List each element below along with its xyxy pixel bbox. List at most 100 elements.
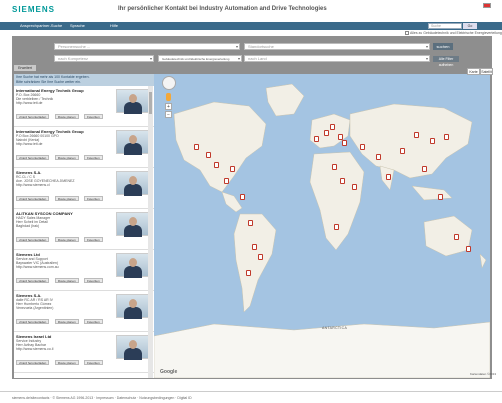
map-marker-icon[interactable] (224, 178, 229, 184)
vcard-download-button[interactable]: vCard herunterladen (16, 278, 50, 283)
competence-filter-select[interactable]: nach Kompetenz ▾ (54, 55, 154, 62)
vcard-download-button[interactable]: vCard herunterladen (16, 196, 50, 201)
map-marker-icon[interactable] (422, 166, 427, 172)
plan-route-button[interactable]: Route planen (54, 155, 79, 160)
favorites-button[interactable]: Favoriten (84, 237, 103, 242)
plan-route-button[interactable]: Route planen (54, 278, 79, 283)
nav-item-language[interactable]: Sprache (70, 22, 85, 30)
favorites-button[interactable]: Favoriten (84, 319, 103, 324)
map-terms[interactable]: Kartendaten ©2013 (470, 372, 496, 376)
results-scrollbar[interactable] (148, 86, 153, 378)
plan-route-button[interactable]: Route planen (54, 114, 79, 119)
map-marker-icon[interactable] (252, 244, 257, 250)
map-marker-icon[interactable] (230, 166, 235, 172)
map-marker-icon[interactable] (414, 132, 419, 138)
contact-photo-body (124, 143, 142, 155)
chevron-down-icon[interactable]: ▾ (238, 56, 240, 62)
footer-links[interactable]: siemens.de/sitecontacts · © Siemens AG 1… (0, 394, 502, 403)
map-type-map-button[interactable]: Karte (467, 68, 480, 75)
favorites-button[interactable]: Favoriten (84, 114, 103, 119)
advanced-tab[interactable]: Erweitert (14, 65, 36, 71)
zoom-out-button[interactable]: − (165, 111, 172, 118)
map-marker-icon[interactable] (342, 140, 347, 146)
street-view-pegman-icon[interactable] (166, 93, 171, 101)
map-marker-icon[interactable] (430, 138, 435, 144)
world-map[interactable]: ANTARCTICA (154, 74, 490, 378)
sector-filter-select[interactable]: Gebäudetechnik und Elektrische Energieve… (158, 55, 242, 62)
map-marker-icon[interactable] (438, 194, 443, 200)
map-marker-icon[interactable] (444, 134, 449, 140)
map-marker-icon[interactable] (324, 130, 329, 136)
map-marker-icon[interactable] (334, 224, 339, 230)
reset-filters-button[interactable]: Alle Filter aufheben (433, 56, 459, 67)
favorites-button[interactable]: Favoriten (84, 278, 103, 283)
plan-route-button[interactable]: Route planen (54, 319, 79, 324)
map-marker-icon[interactable] (400, 148, 405, 154)
map-marker-icon[interactable] (332, 164, 337, 170)
map-marker-icon[interactable] (386, 174, 391, 180)
plan-route-button[interactable]: Route planen (54, 360, 79, 365)
country-filter-select[interactable]: nach Land ▾ (244, 55, 430, 62)
map-marker-icon[interactable] (258, 254, 263, 260)
map-marker-icon[interactable] (206, 152, 211, 158)
map-marker-icon[interactable] (194, 144, 199, 150)
contact-photo-head (129, 217, 137, 226)
result-entry[interactable]: Siemens S.A. dalle RC.AR / RS AR IV Herr… (14, 291, 154, 332)
favorites-button[interactable]: Favoriten (84, 196, 103, 201)
map-marker-icon[interactable] (352, 184, 357, 190)
contact-photo (116, 294, 150, 319)
map-marker-icon[interactable] (330, 124, 335, 130)
chevron-down-icon[interactable]: ▾ (426, 44, 428, 50)
vcard-download-button[interactable]: vCard herunterladen (16, 319, 50, 324)
vcard-download-button[interactable]: vCard herunterladen (16, 237, 50, 242)
result-entry[interactable]: Siemens Ltd Service and Support Bayswate… (14, 250, 154, 291)
result-entry[interactable]: Siemens Israel Ltd Service Industry Herr… (14, 332, 154, 373)
competence-filter-value: nach Kompetenz (58, 56, 89, 61)
plan-route-button[interactable]: Route planen (54, 237, 79, 242)
results-scroll-thumb[interactable] (149, 92, 152, 114)
map-marker-icon[interactable] (214, 162, 219, 168)
site-search-button[interactable]: Go (463, 23, 477, 29)
map-marker-icon[interactable] (246, 270, 251, 276)
energy-distribution-checkbox[interactable]: Alles zu Gebäudetechnik und Elektrische … (405, 31, 502, 36)
chevron-down-icon[interactable]: ▾ (426, 56, 428, 62)
map-marker-icon[interactable] (240, 194, 245, 200)
google-logo[interactable]: Google (160, 369, 177, 375)
chevron-down-icon[interactable]: ▾ (150, 56, 152, 62)
result-entry[interactable]: Siemens S.A. RC.CL / C S Ave. JOSE GOYEN… (14, 168, 154, 209)
nav-item-help[interactable]: Hilfe (110, 22, 118, 30)
map-marker-icon[interactable] (376, 154, 381, 160)
map-pan-control[interactable] (162, 76, 176, 90)
results-list: Ihre Suche hat mehr als 100 Kontakte erg… (14, 74, 154, 378)
checkbox-icon[interactable] (405, 31, 409, 36)
result-entry[interactable]: International Energy Technik Group P.O B… (14, 127, 154, 168)
result-entry[interactable]: International Energy Technik Group P.O. … (14, 86, 154, 127)
chevron-down-icon[interactable]: ▾ (236, 44, 238, 50)
location-search-input[interactable]: Standortsuche ▾ (244, 43, 430, 50)
map-marker-icon[interactable] (466, 246, 471, 252)
result-entry[interactable]: ALITKAN SYSCON COMPANY HADY Sales Manage… (14, 209, 154, 250)
vcard-download-button[interactable]: vCard herunterladen (16, 114, 50, 119)
plan-route-button[interactable]: Route planen (54, 196, 79, 201)
map-marker-icon[interactable] (360, 144, 365, 150)
zoom-in-button[interactable]: + (165, 103, 172, 110)
site-search-input[interactable]: Suche (428, 23, 462, 29)
footer-divider (0, 391, 502, 392)
vcard-download-button[interactable]: vCard herunterladen (16, 155, 50, 160)
map-marker-icon[interactable] (248, 220, 253, 226)
map-marker-icon[interactable] (314, 136, 319, 142)
person-search-input[interactable]: Personensuche ... ▾ (54, 43, 240, 50)
search-button[interactable]: suchen (433, 43, 453, 50)
favorites-button[interactable]: Favoriten (84, 360, 103, 365)
siemens-logo[interactable]: SIEMENS (12, 5, 55, 14)
favorites-button[interactable]: Favoriten (84, 155, 103, 160)
nav-item-contact-search[interactable]: Ansprechpartner-Suche (20, 22, 62, 30)
language-flag-icon[interactable] (483, 3, 491, 8)
map-marker-icon[interactable] (340, 178, 345, 184)
person-search-placeholder: Personensuche ... (58, 44, 91, 49)
map-marker-icon[interactable] (454, 234, 459, 240)
vcard-download-button[interactable]: vCard herunterladen (16, 360, 50, 365)
entry-actions: vCard herunterladen Route planen Favorit… (16, 228, 104, 246)
contact-photo (116, 335, 150, 360)
map-type-satellite-button[interactable]: Satellit (480, 68, 493, 75)
